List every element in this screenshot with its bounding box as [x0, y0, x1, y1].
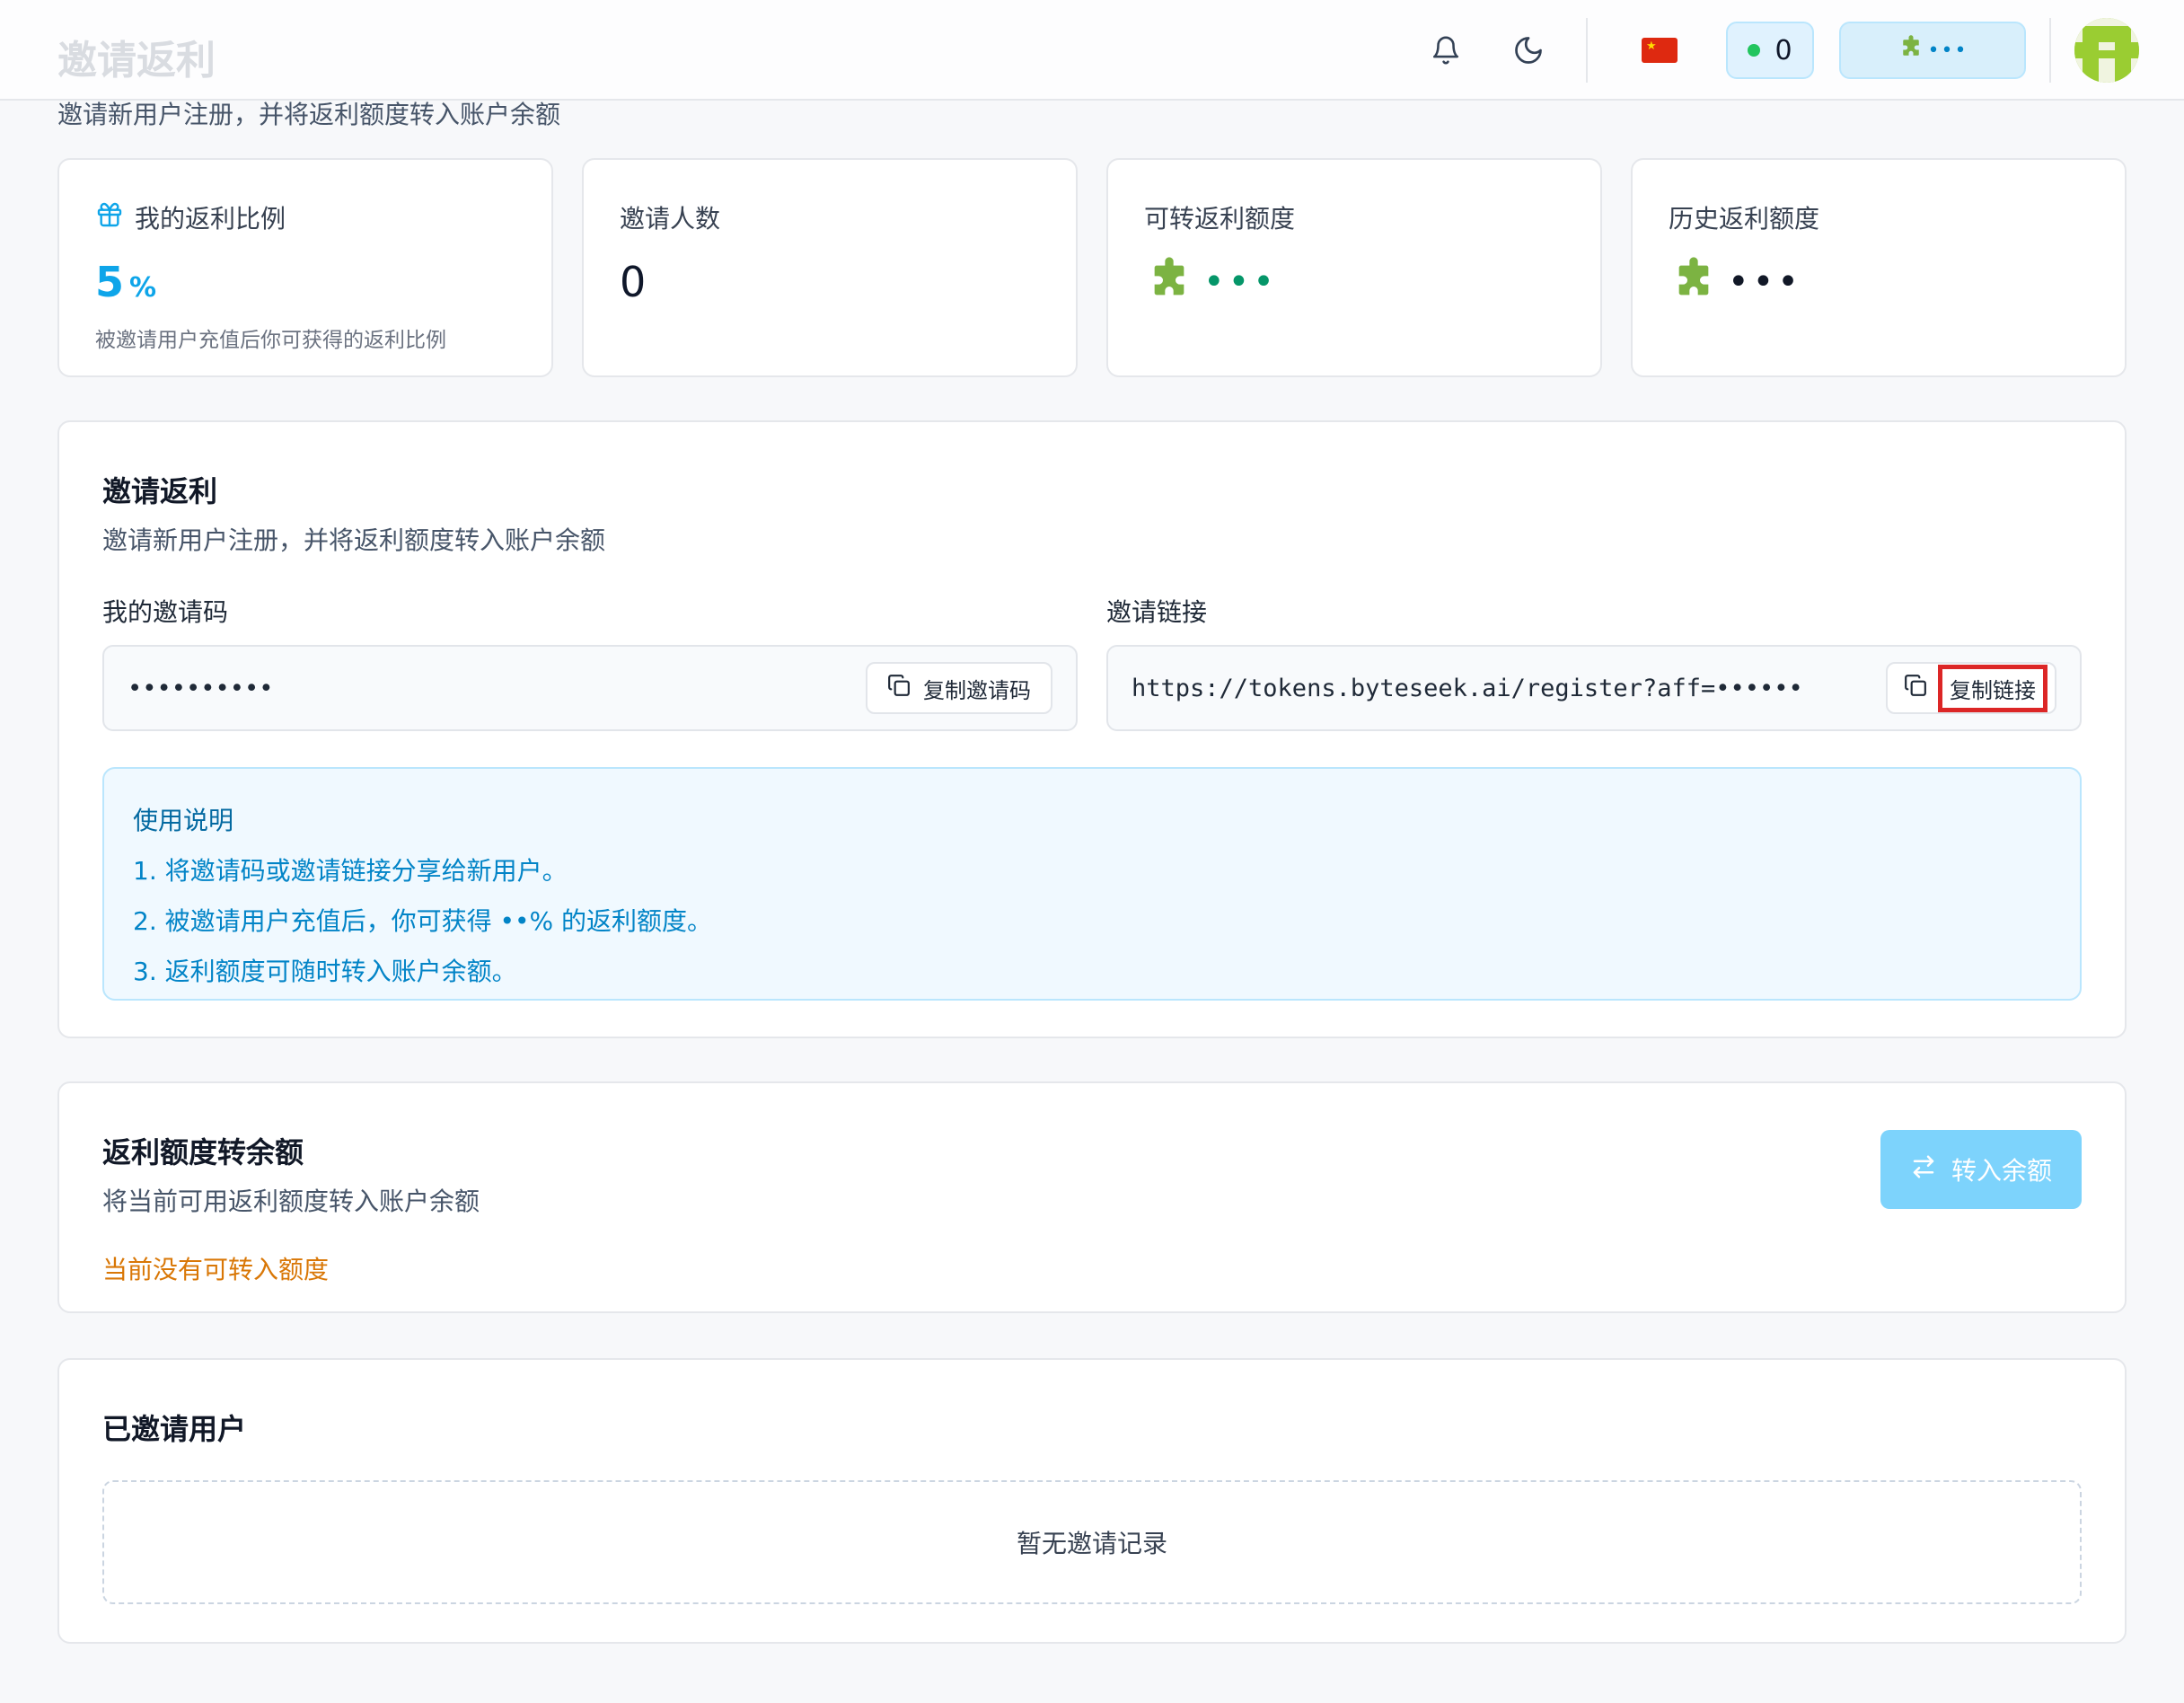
puzzle-icon: [1898, 34, 1924, 66]
page-header: 邀请返利: [57, 32, 216, 90]
copy-code-label: 复制邀请码: [923, 677, 1031, 703]
copy-link-label: 复制链接: [1938, 664, 2048, 712]
transferable-rebate-value: •••: [1144, 257, 1564, 307]
top-bar: ★ 0 •••: [0, 0, 2184, 101]
topbar-divider-2: [2049, 18, 2051, 83]
stat-label: 历史返利额度: [1669, 204, 1820, 234]
stat-description: 被邀请用户充值后你可获得的返利比例: [95, 329, 446, 352]
invite-card-subtitle: 邀请新用户注册，并将返利额度转入账户余额: [102, 525, 606, 555]
copy-code-button[interactable]: 复制邀请码: [866, 662, 1052, 714]
gift-icon: [95, 200, 124, 235]
stat-label: 我的返利比例: [135, 204, 286, 234]
transfer-card: 返利额度转余额 将当前可用返利额度转入账户余额 当前没有可转入额度 转入余额: [57, 1081, 2127, 1313]
invite-link-field: 邀请链接 https://tokens.byteseek.ai/register…: [1106, 593, 2082, 731]
topbar-divider: [1586, 18, 1588, 83]
stat-label: 可转返利额度: [1144, 204, 1296, 234]
transfer-to-balance-button[interactable]: 转入余额: [1880, 1130, 2082, 1209]
balance-masked: •••: [1927, 39, 1968, 62]
invite-code-value[interactable]: ••••••••••: [128, 675, 274, 702]
transfer-warning: 当前没有可转入额度: [102, 1255, 330, 1284]
avatar[interactable]: [2074, 18, 2139, 83]
stat-rebate-ratio: 我的返利比例 5% 被邀请用户充值后你可获得的返利比例: [57, 158, 553, 377]
invite-card-title: 邀请返利: [102, 474, 218, 508]
rebate-ratio-value: 5%: [95, 258, 157, 306]
china-flag-icon[interactable]: ★: [1625, 16, 1694, 84]
invited-users-card: 已邀请用户 暂无邀请记录: [57, 1358, 2127, 1644]
stat-invite-count: 邀请人数 0: [582, 158, 1078, 377]
invite-count-value: 0: [620, 258, 647, 306]
invite-fields: 我的邀请码 •••••••••• 复制邀请码 邀请链接 https://toke…: [102, 593, 2082, 731]
empty-state: 暂无邀请记录: [102, 1480, 2082, 1604]
invite-link-value[interactable]: https://tokens.byteseek.ai/register?aff=…: [1132, 675, 1803, 702]
page-title: 邀请返利: [57, 38, 216, 84]
stats-row: 我的返利比例 5% 被邀请用户充值后你可获得的返利比例 邀请人数 0 可转返利额…: [57, 158, 2127, 377]
transfer-button-label: 转入余额: [1951, 1156, 2052, 1186]
puzzle-icon: [1669, 255, 1719, 309]
copy-icon: [1904, 674, 1927, 702]
puzzle-icon: [1144, 255, 1194, 309]
stat-transferable-rebate: 可转返利额度 •••: [1106, 158, 1602, 377]
usage-guide-item: 2. 被邀请用户充值后，你可获得 ••% 的返利额度。: [133, 906, 713, 936]
usage-guide-item: 1. 将邀请码或邀请链接分享给新用户。: [133, 856, 568, 886]
invite-code-field: 我的邀请码 •••••••••• 复制邀请码: [102, 593, 1078, 731]
invite-card: 邀请返利 邀请新用户注册，并将返利额度转入账户余额 我的邀请码 ••••••••…: [57, 420, 2127, 1038]
top-bar-actions: ★ 0 •••: [1397, 16, 2139, 84]
invite-link-label: 邀请链接: [1106, 597, 1208, 627]
bell-icon[interactable]: [1412, 16, 1480, 84]
transfer-card-title: 返利额度转余额: [102, 1135, 304, 1169]
history-rebate-value: •••: [1669, 257, 2089, 307]
status-count: 0: [1774, 34, 1792, 66]
balance-button[interactable]: •••: [1839, 22, 2026, 79]
copy-icon: [887, 674, 911, 702]
invited-users-title: 已邀请用户: [102, 1412, 247, 1446]
moon-icon[interactable]: [1494, 16, 1563, 84]
page-subtitle: 邀请新用户注册，并将返利额度转入账户余额: [57, 100, 561, 129]
usage-guide-title: 使用说明: [133, 806, 234, 835]
stat-label: 邀请人数: [620, 204, 721, 234]
invite-code-label: 我的邀请码: [102, 597, 229, 627]
usage-guide-item: 3. 返利额度可随时转入账户余额。: [133, 957, 517, 986]
transfer-card-subtitle: 将当前可用返利额度转入账户余额: [102, 1187, 480, 1216]
swap-icon: [1910, 1153, 1937, 1187]
usage-guide: 使用说明 1. 将邀请码或邀请链接分享给新用户。 2. 被邀请用户充值后，你可获…: [102, 767, 2082, 1001]
stat-history-rebate: 历史返利额度 •••: [1631, 158, 2127, 377]
copy-link-button[interactable]: 复制链接: [1886, 662, 2056, 714]
status-dot: [1748, 44, 1761, 57]
status-indicator[interactable]: 0: [1726, 22, 1814, 79]
